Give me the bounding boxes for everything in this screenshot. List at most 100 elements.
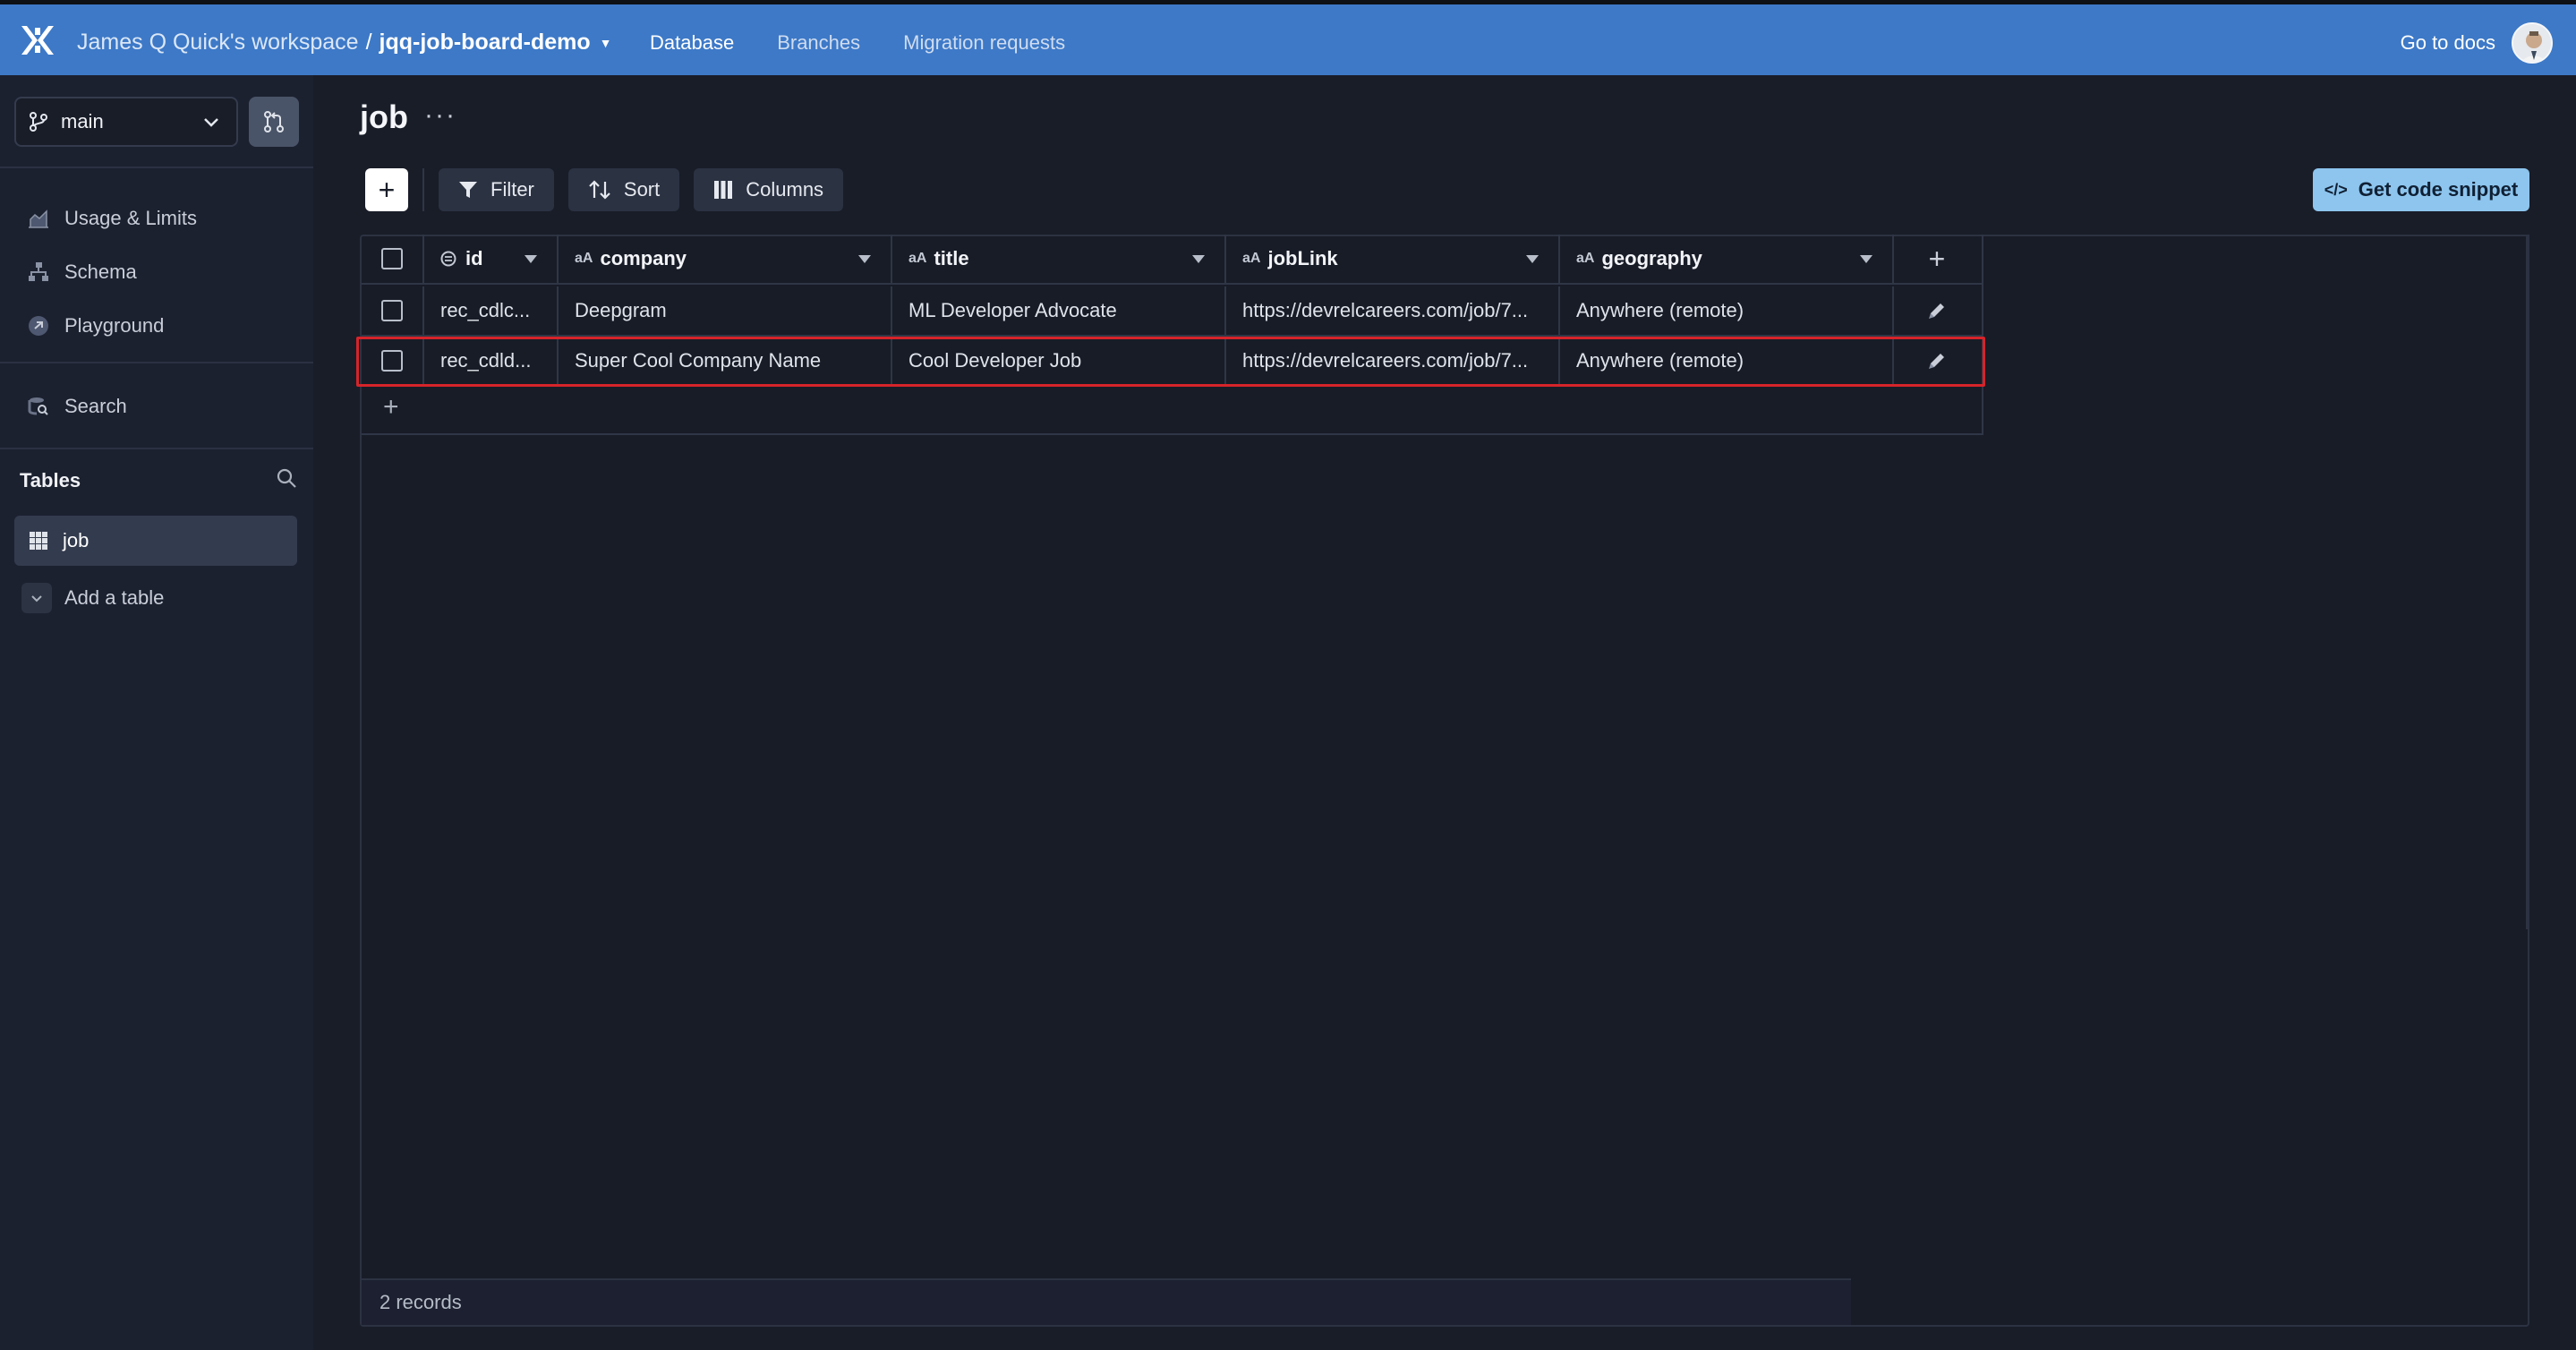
cell-geography[interactable]: Anywhere (remote)	[1560, 286, 1894, 335]
cell-joblink[interactable]: https://devrelcareers.com/job/7...	[1226, 286, 1560, 335]
go-to-docs-link[interactable]: Go to docs	[2401, 31, 2495, 55]
sidebar-item-usage-limits[interactable]: Usage & Limits	[0, 192, 313, 245]
column-menu-icon[interactable]	[1526, 255, 1539, 263]
sidebar-item-label: Search	[64, 395, 127, 417]
database-dropdown-icon[interactable]: ▼	[600, 36, 612, 50]
xata-logo-icon[interactable]	[20, 24, 55, 56]
string-type-icon: aA	[1576, 251, 1595, 266]
breadcrumb-separator: /	[365, 30, 372, 55]
table-row[interactable]: rec_cdld... Super Cool Company Name Cool…	[362, 337, 1983, 387]
sort-label: Sort	[623, 178, 661, 201]
records-footer: 2 records	[362, 1278, 1851, 1325]
cell-geography[interactable]: Anywhere (remote)	[1560, 337, 1894, 385]
select-all-checkbox[interactable]	[381, 248, 403, 269]
add-row-button[interactable]: +	[383, 392, 399, 423]
sort-icon	[589, 180, 610, 200]
vertical-scrollbar[interactable]	[2526, 235, 2529, 929]
columns-icon	[714, 181, 733, 199]
user-avatar[interactable]	[2512, 22, 2553, 64]
column-header-joblink[interactable]: aA jobLink	[1226, 235, 1560, 283]
sidebar-divider	[0, 167, 313, 168]
database-name[interactable]: jqq-job-board-demo	[380, 30, 591, 56]
row-checkbox[interactable]	[381, 300, 403, 321]
column-label: id	[465, 247, 483, 269]
cell-joblink[interactable]: https://devrelcareers.com/job/7...	[1226, 337, 1560, 385]
header-select-cell	[362, 235, 424, 283]
sidebar-item-search[interactable]: Search	[0, 380, 313, 433]
column-label: title	[934, 247, 969, 269]
edit-row-button[interactable]	[1894, 286, 1980, 335]
cell-title[interactable]: ML Developer Advocate	[892, 286, 1226, 335]
cell-id[interactable]: rec_cdld...	[424, 337, 559, 385]
pencil-icon	[1929, 303, 1944, 319]
column-header-title[interactable]: aA title	[892, 235, 1226, 283]
snippet-label: Get code snippet	[2358, 178, 2519, 201]
branch-name: main	[61, 110, 104, 132]
top-bar: James Q Quick's workspace / jqq-job-boar…	[0, 0, 2576, 75]
avatar-image	[2513, 24, 2551, 62]
pull-request-icon	[264, 111, 284, 132]
columns-button[interactable]: Columns	[694, 168, 844, 211]
cell-title[interactable]: Cool Developer Job	[892, 337, 1226, 385]
pencil-icon	[1929, 354, 1944, 369]
column-menu-icon[interactable]	[1860, 255, 1872, 263]
page-title: job	[360, 98, 408, 135]
schema-icon	[27, 261, 50, 284]
more-options-icon[interactable]: ···	[424, 100, 456, 131]
tab-branches[interactable]: Branches	[777, 31, 860, 55]
workspace-link[interactable]: James Q Quick's workspace	[77, 30, 359, 56]
sidebar-table-job[interactable]: job	[14, 516, 297, 566]
add-column-button[interactable]: +	[1894, 235, 1980, 283]
column-menu-icon[interactable]	[1192, 255, 1205, 263]
chevron-down-icon	[204, 118, 218, 127]
row-checkbox[interactable]	[381, 350, 403, 372]
code-icon: </>	[2324, 180, 2348, 199]
string-type-icon: aA	[908, 251, 927, 266]
branch-selector[interactable]: main	[14, 97, 238, 147]
string-type-icon: aA	[1242, 251, 1261, 266]
search-database-icon	[27, 395, 50, 418]
column-header-company[interactable]: aA company	[559, 235, 892, 283]
sidebar-item-schema[interactable]: Schema	[0, 245, 313, 299]
sidebar-divider	[0, 362, 313, 363]
tab-migration-requests[interactable]: Migration requests	[903, 31, 1065, 55]
tables-section-header: Tables	[20, 467, 297, 492]
column-label: geography	[1601, 247, 1702, 269]
sidebar-nav: Usage & Limits Schema Playground	[0, 192, 313, 353]
row-select-cell	[362, 286, 424, 335]
edit-row-button[interactable]	[1894, 337, 1980, 385]
column-label: company	[600, 247, 687, 269]
sidebar-item-playground[interactable]: Playground	[0, 299, 313, 353]
filter-button[interactable]: Filter	[439, 168, 554, 211]
cell-company[interactable]: Deepgram	[559, 286, 892, 335]
plus-icon: +	[1928, 242, 1946, 275]
sidebar-item-label: Usage & Limits	[64, 207, 197, 229]
pull-request-button[interactable]	[249, 97, 299, 147]
table-row[interactable]: rec_cdlc... Deepgram ML Developer Advoca…	[362, 286, 1983, 337]
cell-company[interactable]: Super Cool Company Name	[559, 337, 892, 385]
add-table-button[interactable]: Add a table	[21, 573, 164, 623]
sidebar: main Usage & Limits Schema Playground Se…	[0, 75, 313, 1350]
cell-id[interactable]: rec_cdlc...	[424, 286, 559, 335]
row-select-cell	[362, 337, 424, 385]
get-code-snippet-button[interactable]: </> Get code snippet	[2313, 168, 2529, 211]
records-count: 2 records	[380, 1291, 462, 1313]
search-icon[interactable]	[276, 467, 297, 489]
table-name: job	[63, 529, 90, 551]
add-record-button[interactable]: +	[365, 168, 408, 211]
sidebar-search-row[interactable]: Search	[0, 380, 313, 433]
chart-icon	[27, 207, 50, 230]
top-nav: Database Branches Migration requests	[650, 31, 1065, 55]
column-header-id[interactable]: id	[424, 235, 559, 283]
sort-button[interactable]: Sort	[567, 168, 680, 211]
tab-database[interactable]: Database	[650, 31, 734, 55]
string-type-icon: aA	[575, 251, 593, 266]
tables-heading: Tables	[20, 469, 81, 491]
playground-icon	[27, 314, 50, 338]
column-header-geography[interactable]: aA geography	[1560, 235, 1894, 283]
id-key-icon	[440, 251, 456, 267]
column-menu-icon[interactable]	[858, 255, 871, 263]
column-menu-icon[interactable]	[525, 255, 537, 263]
sidebar-item-label: Schema	[64, 261, 137, 283]
table-grid-icon	[30, 532, 47, 550]
